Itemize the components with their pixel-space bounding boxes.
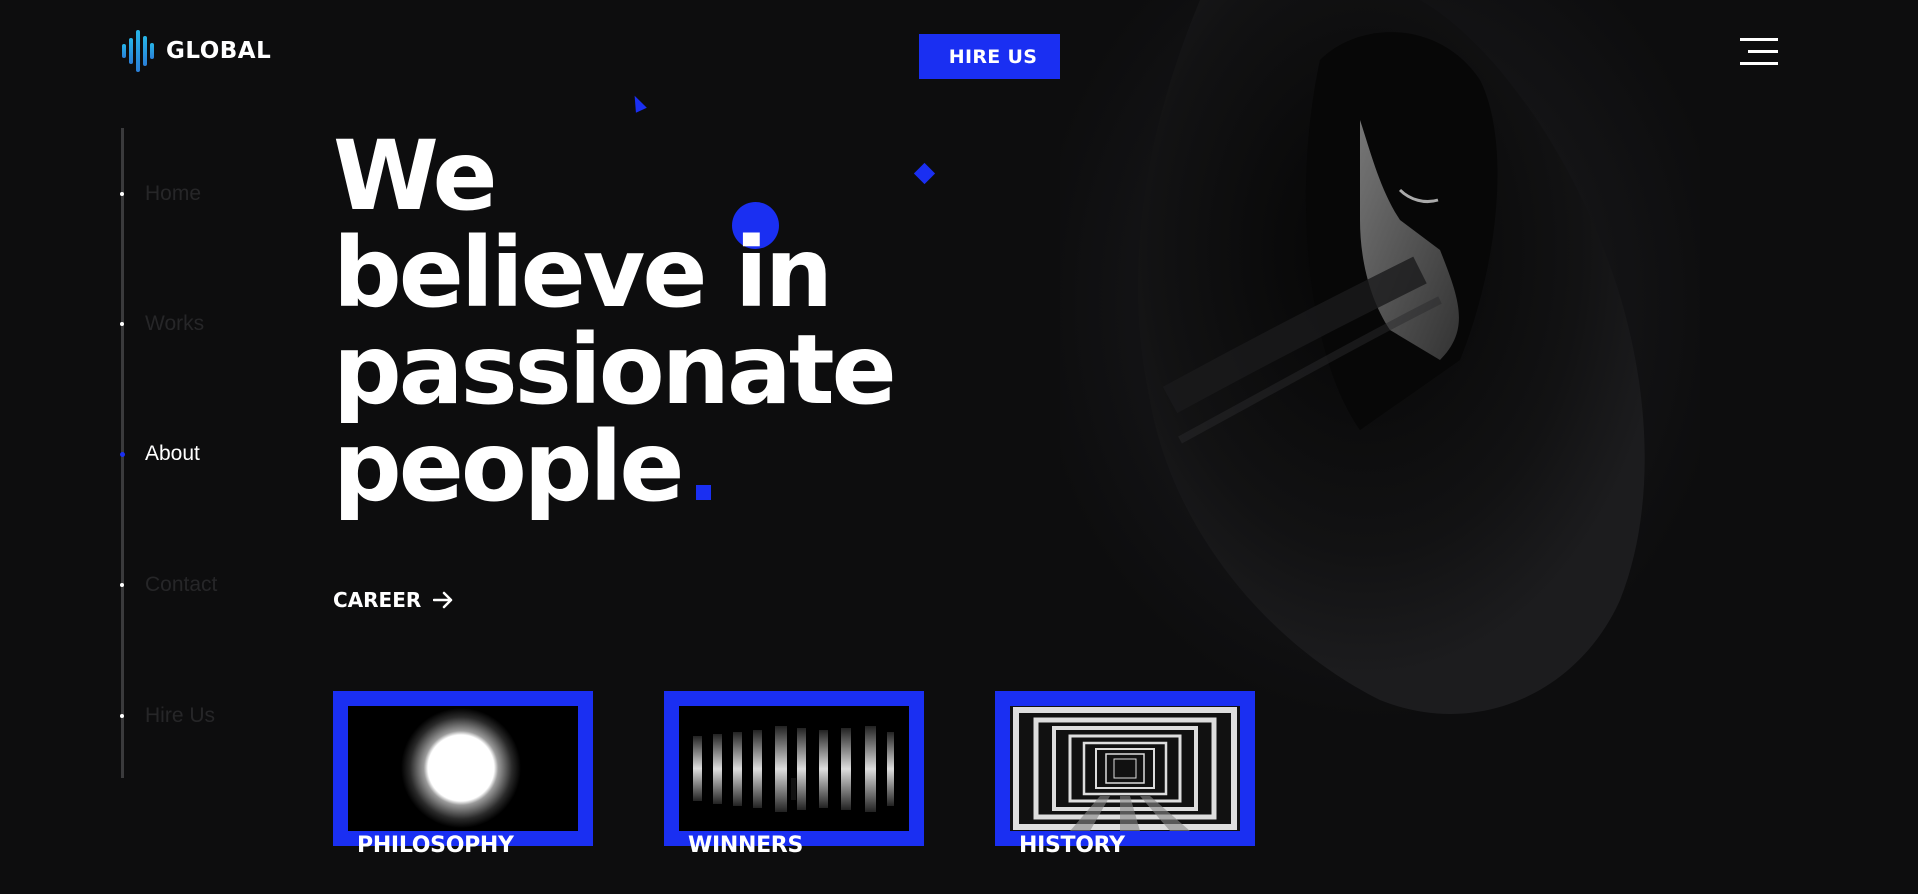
- nav-label: About: [145, 442, 200, 465]
- brand-name: GLOBAL: [166, 38, 272, 64]
- card-philosophy[interactable]: [333, 691, 593, 846]
- nav-label: Home: [145, 182, 202, 205]
- nav-dot: [120, 714, 124, 718]
- nav-label: Works: [145, 312, 205, 335]
- career-label: CAREER: [333, 588, 422, 612]
- arrow-right-icon: [433, 591, 453, 609]
- history-image: [1010, 706, 1240, 831]
- hero-line: passionate: [333, 314, 897, 426]
- hero-line-last: people: [333, 419, 894, 516]
- philosophy-image: [348, 706, 578, 831]
- card-winners[interactable]: [664, 691, 924, 846]
- accent-period: [695, 485, 711, 500]
- nav-item-contact[interactable]: Contact: [120, 573, 217, 597]
- nav-label: Hire Us: [145, 704, 216, 727]
- card-label-philosophy[interactable]: PHILOSOPHY: [357, 833, 514, 858]
- hire-us-button[interactable]: HIRE US: [919, 34, 1067, 79]
- nav-item-hire-us[interactable]: Hire Us: [120, 704, 215, 728]
- nav-dot: [120, 583, 124, 587]
- hero-line: people: [333, 411, 685, 523]
- hero-heading: We believe in passionate people: [333, 120, 897, 516]
- nav-dot: [120, 322, 124, 326]
- diamond-decoration: [913, 162, 936, 185]
- brand-logo[interactable]: GLOBAL: [122, 30, 271, 72]
- career-link[interactable]: CAREER: [333, 588, 453, 612]
- nav-dot: [120, 192, 124, 196]
- hero-line: We: [333, 120, 498, 232]
- hero-portrait-image: [1060, 0, 1700, 760]
- hero-line: believe in: [333, 217, 833, 329]
- card-history[interactable]: [995, 691, 1255, 846]
- audio-wave-icon: [122, 30, 154, 72]
- hamburger-icon[interactable]: [1740, 38, 1778, 66]
- nav-dot-active: [120, 451, 125, 457]
- nav-item-about[interactable]: About: [120, 442, 200, 466]
- nav-item-home[interactable]: Home: [120, 182, 201, 206]
- triangle-decoration: [629, 93, 647, 113]
- card-label-history[interactable]: HISTORY: [1019, 833, 1125, 858]
- winners-image: [679, 706, 909, 831]
- nav-item-works[interactable]: Works: [120, 312, 204, 336]
- nav-label: Contact: [145, 573, 218, 596]
- card-label-winners[interactable]: WINNERS: [688, 833, 803, 858]
